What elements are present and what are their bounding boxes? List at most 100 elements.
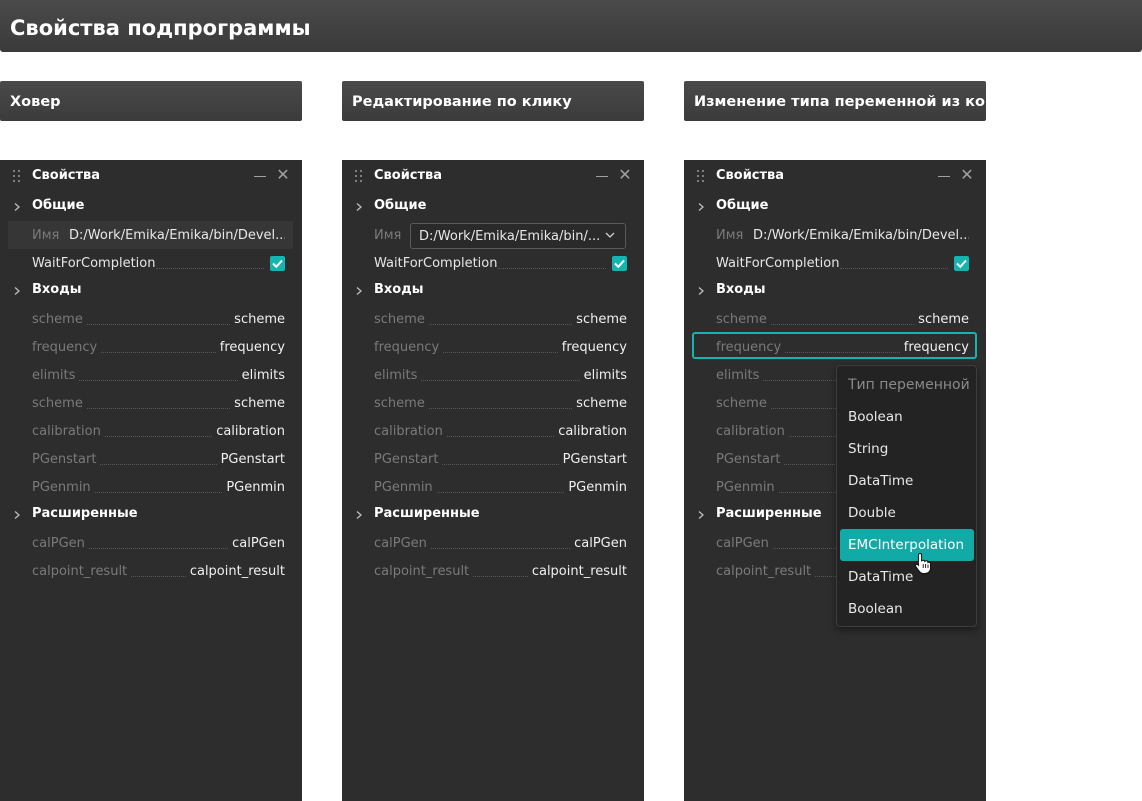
panel-title-bar[interactable]: Свойства ✕: [0, 166, 302, 186]
name-dropdown[interactable]: D:/Work/Emika/Emika/bin/...: [410, 223, 626, 249]
property-value[interactable]: scheme: [234, 396, 285, 411]
chevron-right-icon[interactable]: [697, 200, 705, 211]
property-key: frequency: [374, 340, 440, 355]
chevron-right-icon[interactable]: [355, 200, 363, 211]
input-row[interactable]: frequency frequency: [342, 333, 644, 361]
advanced-row[interactable]: calPGen calPGen: [342, 529, 644, 557]
section-caption-hover: Ховер: [0, 81, 302, 121]
chevron-right-icon[interactable]: [697, 508, 705, 519]
property-value[interactable]: elimits: [242, 368, 285, 383]
wait-checkbox[interactable]: [270, 256, 285, 271]
group-inputs[interactable]: Входы: [684, 276, 986, 304]
drag-handle-icon[interactable]: [697, 170, 706, 182]
input-row[interactable]: calibration calibration: [342, 417, 644, 445]
chevron-down-icon[interactable]: [605, 229, 615, 239]
panel-title-bar[interactable]: Свойства ✕: [342, 166, 644, 186]
property-value[interactable]: PGenstart: [563, 452, 627, 467]
input-row[interactable]: frequency frequency: [0, 333, 302, 361]
dotted-leader: [770, 324, 915, 326]
input-row[interactable]: scheme scheme: [684, 305, 986, 333]
property-value[interactable]: calPGen: [574, 536, 627, 551]
group-general[interactable]: Общие: [0, 192, 302, 220]
property-value[interactable]: frequency: [220, 340, 285, 355]
property-value[interactable]: PGenmin: [226, 480, 285, 495]
input-row[interactable]: scheme scheme: [0, 389, 302, 417]
name-value[interactable]: D:/Work/Emika/Emika/bin/Devel...: [69, 228, 285, 243]
property-key: PGenstart: [32, 452, 97, 467]
property-key: PGenstart: [716, 452, 781, 467]
close-icon[interactable]: ✕: [960, 167, 974, 183]
property-value[interactable]: calPGen: [232, 536, 285, 551]
menu-item-string[interactable]: String: [840, 433, 974, 465]
property-value[interactable]: scheme: [234, 312, 285, 327]
chevron-right-icon[interactable]: [355, 284, 363, 295]
menu-item-datatime[interactable]: DataTime: [840, 465, 974, 497]
property-value[interactable]: elimits: [584, 368, 627, 383]
minimize-icon[interactable]: [254, 176, 266, 177]
input-row[interactable]: PGenmin PGenmin: [0, 473, 302, 501]
wait-for-completion-row[interactable]: WaitForCompletion: [0, 249, 302, 277]
name-row[interactable]: Имя D:/Work/Emika/Emika/bin/...: [342, 221, 644, 249]
input-row[interactable]: calibration calibration: [0, 417, 302, 445]
group-general[interactable]: Общие: [342, 192, 644, 220]
dotted-leader: [443, 352, 558, 354]
advanced-row[interactable]: calpoint_result calpoint_result: [0, 557, 302, 585]
chevron-right-icon[interactable]: [13, 508, 21, 519]
menu-item-boolean-2[interactable]: Boolean: [840, 593, 974, 625]
name-value[interactable]: D:/Work/Emika/Emika/bin/Devel...: [753, 228, 969, 243]
menu-item-boolean[interactable]: Boolean: [840, 401, 974, 433]
group-inputs[interactable]: Входы: [0, 276, 302, 304]
input-row[interactable]: scheme scheme: [0, 305, 302, 333]
dotted-leader: [86, 324, 231, 326]
name-row[interactable]: Имя D:/Work/Emika/Emika/bin/Devel...: [684, 221, 986, 249]
chevron-right-icon[interactable]: [13, 284, 21, 295]
wait-checkbox[interactable]: [954, 256, 969, 271]
input-row[interactable]: PGenstart PGenstart: [0, 445, 302, 473]
chevron-right-icon[interactable]: [355, 508, 363, 519]
wait-label: WaitForCompletion: [374, 256, 498, 271]
menu-item-emcinterpolation[interactable]: EMCInterpolation: [840, 529, 974, 561]
input-row[interactable]: elimits elimits: [0, 361, 302, 389]
name-row[interactable]: Имя D:/Work/Emika/Emika/bin/Devel...: [8, 221, 293, 249]
wait-for-completion-row[interactable]: WaitForCompletion: [684, 249, 986, 277]
chevron-right-icon[interactable]: [13, 200, 21, 211]
drag-handle-icon[interactable]: [13, 170, 22, 182]
group-inputs[interactable]: Входы: [342, 276, 644, 304]
close-icon[interactable]: ✕: [618, 167, 632, 183]
property-value[interactable]: calpoint_result: [532, 564, 627, 579]
input-row[interactable]: PGenstart PGenstart: [342, 445, 644, 473]
close-icon[interactable]: ✕: [276, 167, 290, 183]
property-value[interactable]: frequency: [562, 340, 627, 355]
property-value[interactable]: PGenmin: [568, 480, 627, 495]
property-value[interactable]: calpoint_result: [190, 564, 285, 579]
property-value[interactable]: calibration: [216, 424, 285, 439]
advanced-row[interactable]: calpoint_result calpoint_result: [342, 557, 644, 585]
wait-for-completion-row[interactable]: WaitForCompletion: [342, 249, 644, 277]
property-value[interactable]: scheme: [918, 312, 969, 327]
property-value[interactable]: calibration: [558, 424, 627, 439]
group-label: Расширенные: [716, 506, 822, 521]
menu-item-datatime-2[interactable]: DataTime: [840, 561, 974, 593]
wait-checkbox[interactable]: [612, 256, 627, 271]
minimize-icon[interactable]: [938, 176, 950, 177]
panel-title-bar[interactable]: Свойства ✕: [684, 166, 986, 186]
drag-handle-icon[interactable]: [355, 170, 364, 182]
group-label: Входы: [716, 282, 766, 297]
group-advanced[interactable]: Расширенные: [0, 500, 302, 528]
property-value[interactable]: PGenstart: [221, 452, 285, 467]
input-row[interactable]: elimits elimits: [342, 361, 644, 389]
chevron-right-icon[interactable]: [697, 284, 705, 295]
menu-item-double[interactable]: Double: [840, 497, 974, 529]
input-row[interactable]: scheme scheme: [342, 305, 644, 333]
input-row[interactable]: scheme scheme: [342, 389, 644, 417]
property-value[interactable]: scheme: [576, 396, 627, 411]
advanced-row[interactable]: calPGen calPGen: [0, 529, 302, 557]
group-general[interactable]: Общие: [684, 192, 986, 220]
group-advanced[interactable]: Расширенные: [342, 500, 644, 528]
dotted-leader: [436, 492, 565, 494]
panel-title: Свойства: [32, 168, 101, 183]
minimize-icon[interactable]: [596, 176, 608, 177]
input-row[interactable]: PGenmin PGenmin: [342, 473, 644, 501]
property-value[interactable]: scheme: [576, 312, 627, 327]
section-caption-edit: Редактирование по клику: [342, 81, 644, 121]
